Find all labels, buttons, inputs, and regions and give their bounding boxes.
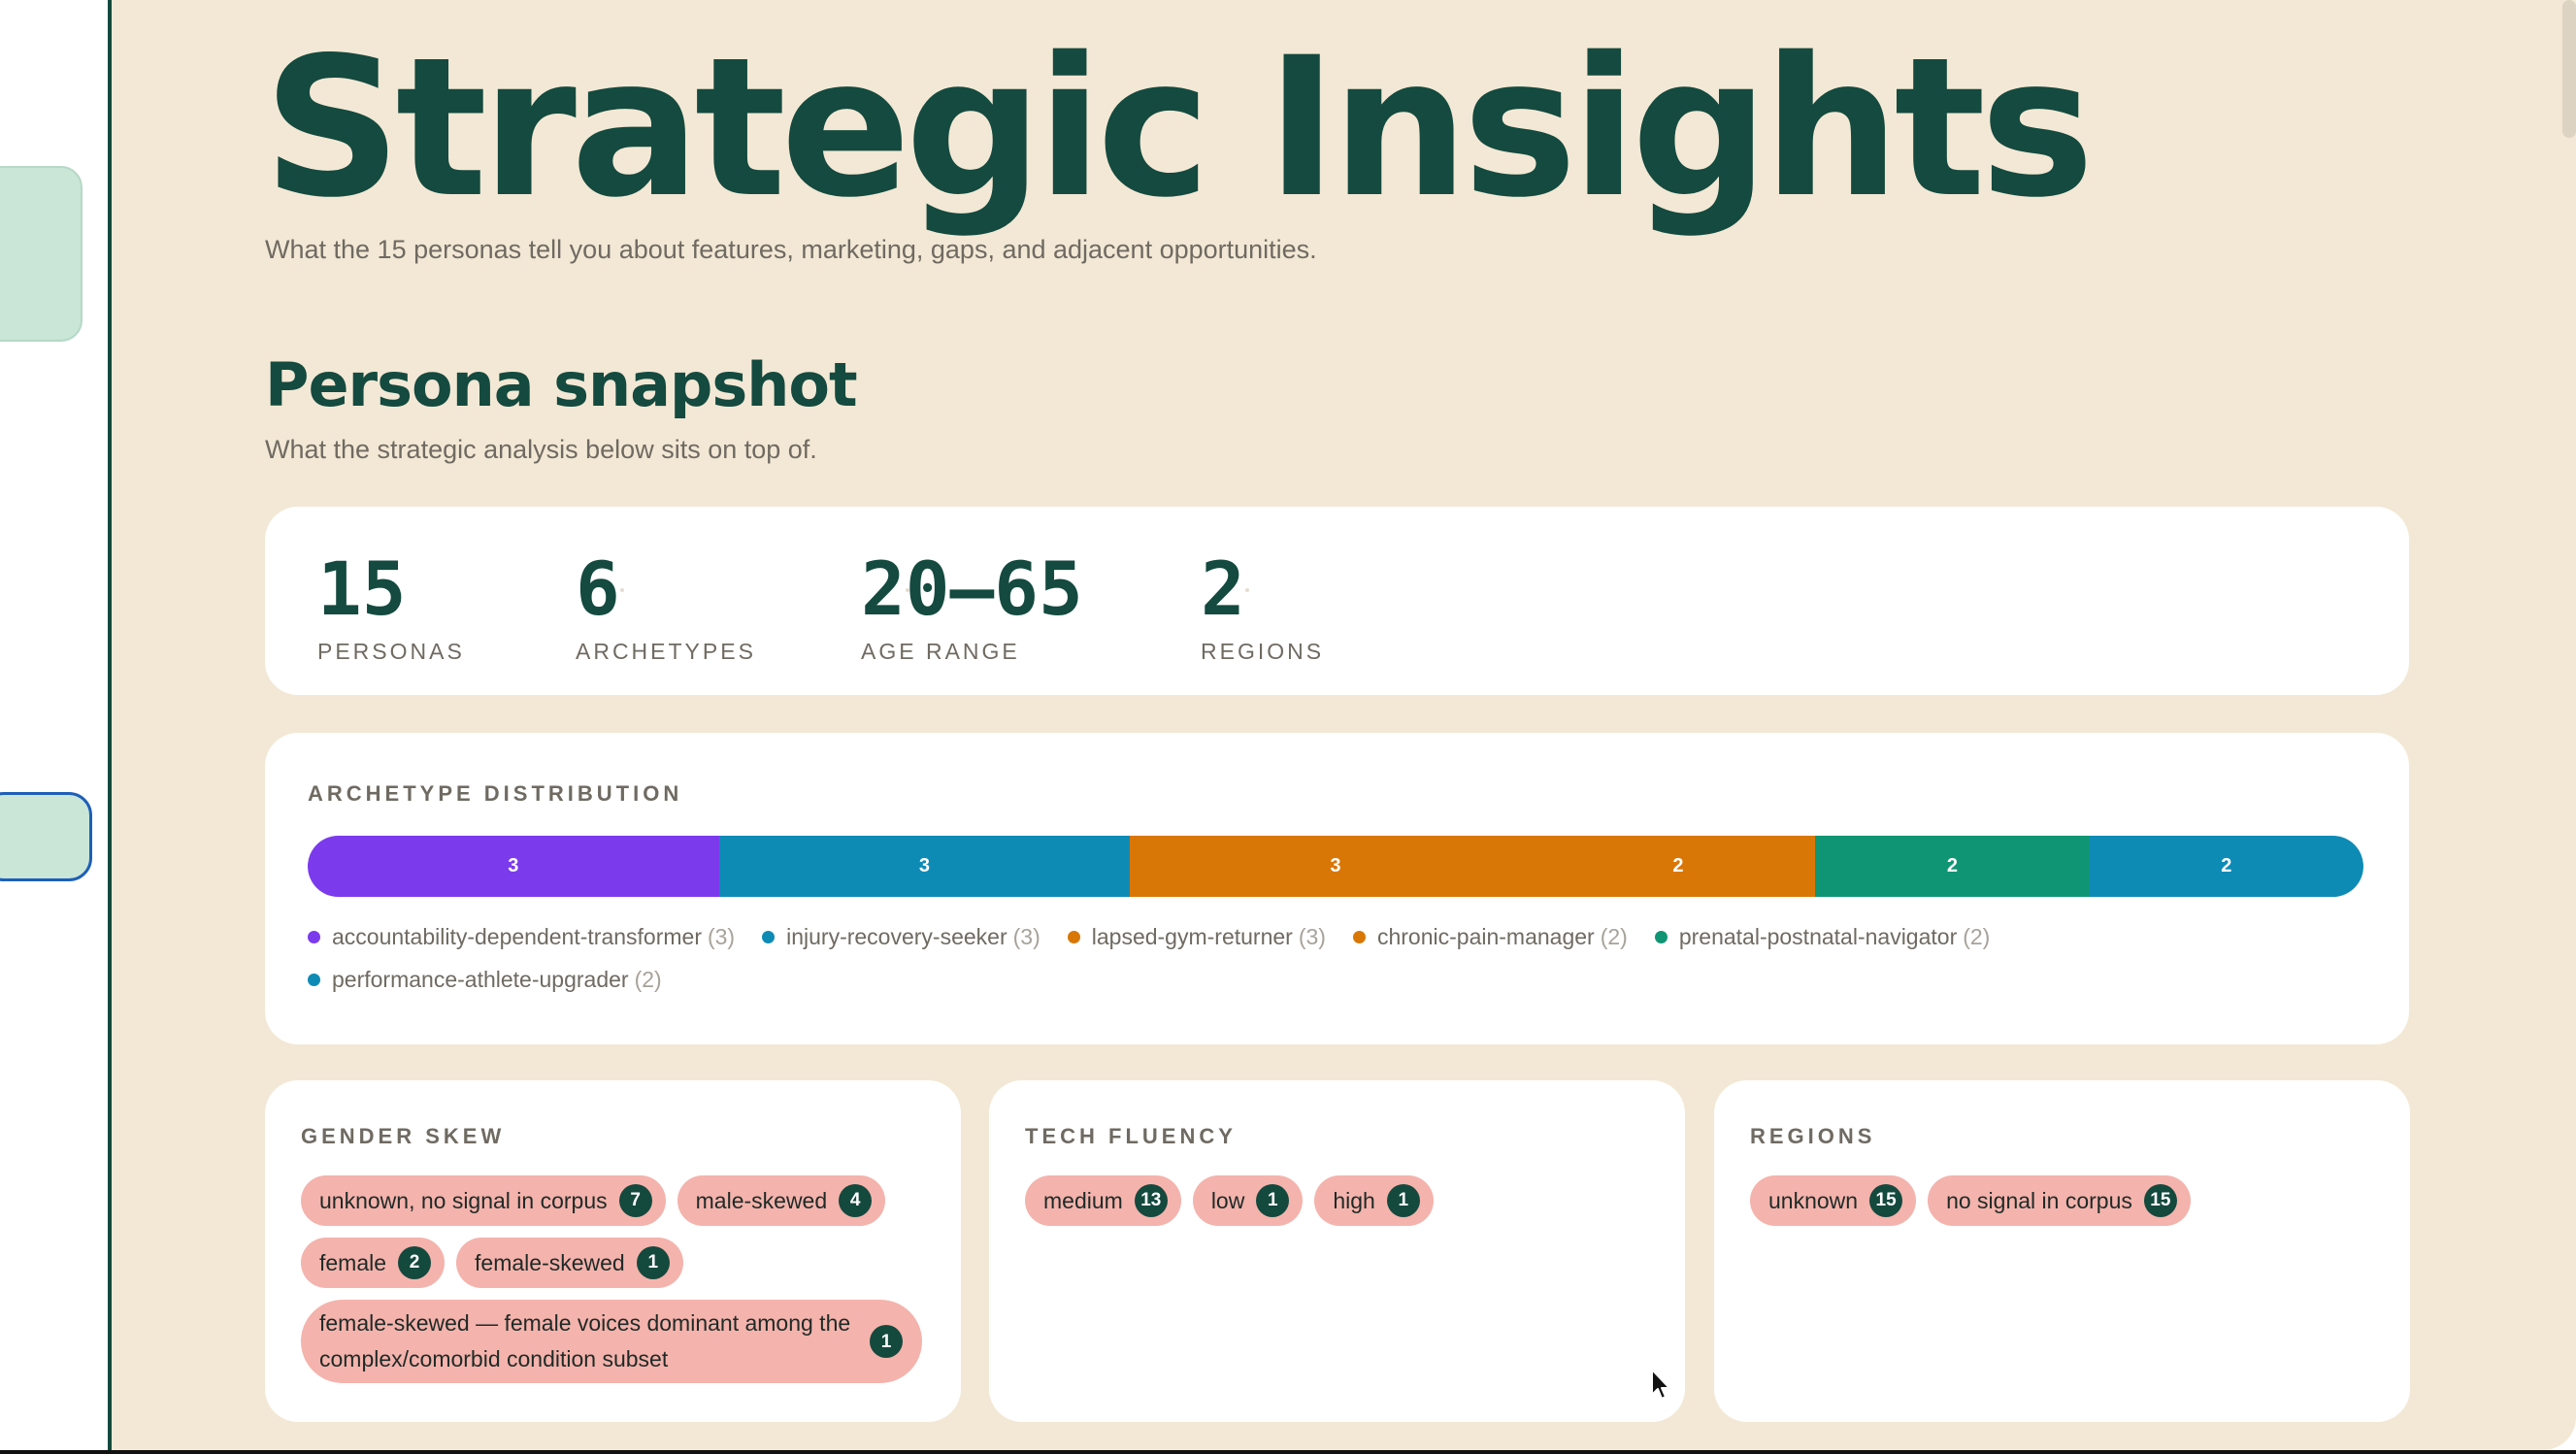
- chip[interactable]: low 1: [1192, 1175, 1304, 1226]
- archetype-distribution-card: ARCHETYPE DISTRIBUTION 333222 accountabi…: [265, 733, 2409, 1044]
- stat-value: 15: [317, 545, 407, 632]
- stat-label: REGIONS: [1201, 639, 1325, 664]
- mouse-cursor-icon: [1651, 1369, 1670, 1400]
- section-subtitle: What the strategic analysis below sits o…: [265, 435, 817, 464]
- stat-label: ARCHETYPES: [576, 639, 756, 664]
- distribution-segment-injury-recovery-seeker[interactable]: 3: [718, 836, 1131, 897]
- distribution-segment-lapsed-gym-returner[interactable]: 3: [1130, 836, 1541, 897]
- chip-count-badge: 1: [636, 1246, 670, 1279]
- card-heading: GENDER SKEW: [301, 1124, 506, 1148]
- page-title: Strategic Insights: [263, 16, 2095, 240]
- window-bottom-edge: [0, 1450, 2576, 1454]
- gender-skew-chips: unknown, no signal in corpus 7 male-skewe…: [301, 1175, 925, 1383]
- page-subtitle: What the 15 personas tell you about feat…: [265, 235, 1317, 264]
- chip[interactable]: medium 13: [1025, 1175, 1181, 1226]
- legend-dot-icon: [308, 930, 320, 943]
- stat-personas: 15 PERSONAS: [317, 545, 465, 665]
- legend-item: accountability-dependent-transformer (3): [308, 923, 735, 950]
- chip-label: female: [319, 1249, 387, 1275]
- stats-card: 15 PERSONAS 6 ARCHETYPES 20–65 AGE RANGE…: [265, 507, 2409, 695]
- chip-count-badge: 4: [839, 1184, 873, 1217]
- legend-count: (2): [634, 966, 662, 992]
- sidebar-card[interactable]: [0, 166, 83, 342]
- legend-dot-icon: [308, 973, 320, 986]
- legend-label: accountability-dependent-transformer: [332, 923, 702, 949]
- scrollbar-thumb[interactable]: [2562, 0, 2576, 138]
- legend-item: injury-recovery-seeker (3): [762, 923, 1040, 950]
- sidebar-card-active[interactable]: [0, 792, 92, 881]
- sidebar-edge: [0, 0, 109, 1450]
- stat-value: 20–65: [861, 545, 1083, 632]
- main-content: Strategic Insights What the 15 personas …: [112, 0, 2576, 1450]
- stat-label: PERSONAS: [317, 639, 465, 664]
- stat-label: AGE RANGE: [861, 639, 1020, 664]
- stat-value: 6: [576, 545, 620, 632]
- chip[interactable]: female-skewed — female voices dominant a…: [301, 1300, 922, 1383]
- legend-item: lapsed-gym-returner (3): [1067, 923, 1326, 950]
- legend-label: performance-athlete-upgrader: [332, 966, 629, 992]
- legend-item: chronic-pain-manager (2): [1352, 923, 1628, 950]
- chip[interactable]: unknown 15: [1750, 1175, 1917, 1226]
- legend-label: lapsed-gym-returner: [1091, 923, 1293, 949]
- legend-label: chronic-pain-manager: [1376, 923, 1595, 949]
- chip[interactable]: female 2: [301, 1238, 446, 1288]
- chip-label: medium: [1043, 1187, 1123, 1213]
- legend-label: prenatal-postnatal-navigator: [1678, 923, 1958, 949]
- chip-count-badge: 1: [1256, 1184, 1290, 1217]
- tech-fluency-card: TECH FLUENCY medium 13 low 1 high 1: [989, 1080, 1685, 1422]
- chip-count-badge: 2: [398, 1246, 432, 1279]
- chip-label: female-skewed — female voices dominant a…: [319, 1310, 851, 1371]
- legend-label: injury-recovery-seeker: [786, 923, 1007, 949]
- chip-label: male-skewed: [695, 1187, 828, 1213]
- chip-count-badge: 1: [870, 1325, 903, 1358]
- legend-dot-icon: [1352, 930, 1366, 943]
- legend-dot-icon: [1067, 930, 1080, 943]
- distribution-segment-performance-athlete-upgrader[interactable]: 2: [2089, 836, 2363, 897]
- card-heading: TECH FLUENCY: [1025, 1124, 1237, 1148]
- legend-count: (3): [707, 923, 736, 949]
- chip-label: unknown, no signal in corpus: [319, 1187, 608, 1213]
- distribution-segment-accountability-dependent-transformer[interactable]: 3: [308, 836, 719, 897]
- chip[interactable]: female-skewed 1: [456, 1238, 683, 1288]
- legend-count: (2): [1963, 923, 1991, 949]
- chip[interactable]: unknown, no signal in corpus 7: [301, 1175, 666, 1226]
- chip-label: unknown: [1768, 1187, 1859, 1213]
- legend-item: performance-athlete-upgrader (2): [308, 966, 662, 993]
- chip-count-badge: 1: [1386, 1184, 1420, 1217]
- chip-count-badge: 15: [1869, 1184, 1903, 1217]
- chip-label: high: [1333, 1187, 1375, 1213]
- archetype-distribution-bar: 333222: [308, 836, 2363, 897]
- distribution-segment-chronic-pain-manager[interactable]: 2: [1540, 836, 1816, 897]
- distribution-segment-prenatal-postnatal-navigator[interactable]: 2: [1815, 836, 2090, 897]
- stat-archetypes: 6 ARCHETYPES: [576, 545, 756, 665]
- legend-dot-icon: [762, 930, 776, 943]
- regions-chips: unknown 15 no signal in corpus 15: [1750, 1175, 2374, 1226]
- gender-skew-card: GENDER SKEW unknown, no signal in corpus…: [265, 1080, 961, 1422]
- stat-age-range: 20–65 AGE RANGE: [861, 545, 1083, 665]
- stat-value: 2: [1201, 545, 1245, 632]
- stat-regions: 2 REGIONS: [1201, 545, 1324, 665]
- chip-count-badge: 15: [2143, 1184, 2177, 1217]
- section-title-persona-snapshot: Persona snapshot: [265, 349, 858, 420]
- chip[interactable]: no signal in corpus 15: [1928, 1175, 2191, 1226]
- legend-item: prenatal-postnatal-navigator (2): [1654, 923, 1991, 950]
- chip-count-badge: 7: [618, 1184, 652, 1217]
- chip-count-badge: 13: [1134, 1184, 1168, 1217]
- card-heading: ARCHETYPE DISTRIBUTION: [308, 781, 683, 806]
- card-heading: REGIONS: [1750, 1124, 1876, 1148]
- regions-card: REGIONS unknown 15 no signal in corpus 15: [1714, 1080, 2410, 1422]
- legend-count: (2): [1600, 923, 1628, 949]
- chip-label: low: [1210, 1187, 1245, 1213]
- chip[interactable]: male-skewed 4: [677, 1175, 886, 1226]
- tech-fluency-chips: medium 13 low 1 high 1: [1025, 1175, 1649, 1226]
- legend-count: (3): [1012, 923, 1040, 949]
- chip-label: no signal in corpus: [1946, 1187, 2132, 1213]
- chip[interactable]: high 1: [1314, 1175, 1434, 1226]
- legend-count: (3): [1298, 923, 1326, 949]
- chip-label: female-skewed: [475, 1249, 625, 1275]
- archetype-legend: accountability-dependent-transformer (3) i…: [308, 923, 2365, 993]
- legend-dot-icon: [1654, 930, 1668, 943]
